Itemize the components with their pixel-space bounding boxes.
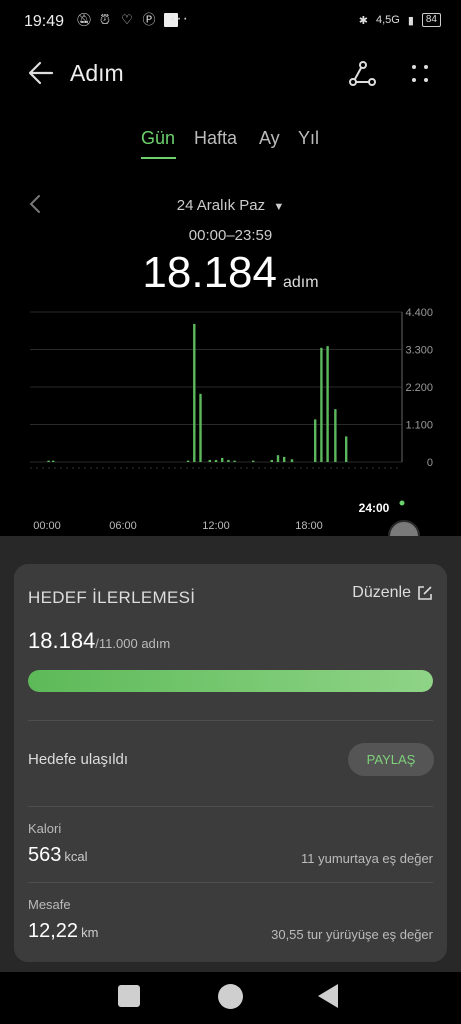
tab-day[interactable]: Gün xyxy=(141,128,175,149)
step-bar xyxy=(52,460,55,462)
distance-value: 12,22 km xyxy=(28,920,98,943)
app-icon: ♡ xyxy=(121,12,133,27)
active-tab-indicator xyxy=(141,157,176,159)
page-title: Adım xyxy=(70,60,124,86)
step-bar xyxy=(314,419,317,462)
share-button[interactable]: PAYLAŞ xyxy=(348,743,434,776)
date-selector[interactable]: 24 Aralık Paz ▼ xyxy=(0,197,461,214)
step-bar xyxy=(186,460,190,462)
x-tick-label: 00:00 xyxy=(33,520,61,532)
step-bar xyxy=(208,459,211,462)
period-tabs: Gün Hafta Ay Yıl xyxy=(0,128,461,159)
goal-progress-bar xyxy=(28,670,433,692)
x-tick-label: 18:00 xyxy=(295,520,323,532)
x-tick-label: 06:00 xyxy=(109,520,137,532)
step-bar xyxy=(199,393,202,462)
status-notification-icons: 🔕︎ ⏰︎ ♡ Ⓟ xyxy=(76,13,178,27)
total-steps: 18.184 adım xyxy=(0,248,461,298)
goal-progress-title: HEDEF İLERLEMESİ xyxy=(28,588,196,607)
step-bar xyxy=(276,455,280,462)
step-bar xyxy=(270,459,273,462)
edit-icon xyxy=(418,586,432,600)
bluetooth-icon: ✱ xyxy=(358,14,368,27)
home-button[interactable] xyxy=(218,984,243,1009)
edit-goal-label: Düzenle xyxy=(352,584,411,601)
signal-icon: ▮ xyxy=(407,14,414,27)
tab-week[interactable]: Hafta xyxy=(194,128,237,149)
step-bar xyxy=(345,436,348,462)
calories-unit: kcal xyxy=(64,849,88,864)
status-time: 19:49 xyxy=(24,13,65,30)
status-right: ✱ 4,5G ▮ 84 xyxy=(359,13,441,27)
distance-number: 12,22 xyxy=(28,920,79,942)
divider xyxy=(28,882,433,883)
network-label: 4,5G xyxy=(375,14,400,26)
total-steps-unit: adım xyxy=(283,274,319,291)
goal-card: HEDEF İLERLEMESİ Düzenle 18.184/11.000 a… xyxy=(14,564,447,962)
date-label: 24 Aralık Paz xyxy=(176,197,266,214)
distance-label: Mesafe xyxy=(28,897,71,912)
divider xyxy=(28,806,433,807)
x-tick-label: 12:00 xyxy=(202,520,230,532)
calories-value: 563 kcal xyxy=(28,844,88,867)
calories-number: 563 xyxy=(28,844,62,866)
y-tick-label: 0 xyxy=(427,457,433,469)
time-range: 00:00–23:59 xyxy=(188,227,273,244)
step-bar xyxy=(193,323,196,462)
alarm-icon: ⏰︎ xyxy=(99,12,111,27)
goal-current: 18.184 xyxy=(28,628,96,653)
step-bar xyxy=(221,457,224,462)
step-bar xyxy=(283,456,286,462)
status-bar: 19:49 🔕︎ ⏰︎ ♡ Ⓟ ··· ✱ 4,5G ▮ 84 xyxy=(0,0,461,44)
tab-year[interactable]: Yıl xyxy=(298,128,319,149)
back-button[interactable] xyxy=(318,984,338,1008)
pinterest-icon: Ⓟ xyxy=(142,12,156,27)
distance-unit: km xyxy=(81,925,99,940)
y-tick-label: 3.300 xyxy=(405,345,433,357)
battery-icon: 84 xyxy=(421,13,441,27)
more-options-icon[interactable] xyxy=(406,60,434,88)
step-bar xyxy=(214,459,218,462)
more-notifications-icon: ··· xyxy=(170,10,189,27)
time-cursor-dot xyxy=(399,500,405,506)
step-bar xyxy=(320,347,323,462)
step-bar xyxy=(290,459,294,462)
steps-chart[interactable]: 4.400 3.300 2.200 1.100 0 00:00 06:00 12:00 18:… xyxy=(0,300,461,540)
bell-off-icon: 🔕︎ xyxy=(76,12,93,27)
step-bar xyxy=(252,460,255,462)
step-bar xyxy=(233,460,236,462)
tab-month[interactable]: Ay xyxy=(259,128,280,149)
cursor-time-label: 24:00 xyxy=(359,501,390,515)
goal-reached-label: Hedefe ulaşıldı xyxy=(28,751,129,768)
edit-goal-button[interactable]: Düzenle xyxy=(352,584,433,602)
y-tick-label: 1.100 xyxy=(405,420,433,432)
recent-apps-button[interactable] xyxy=(118,985,140,1007)
step-bar xyxy=(47,460,50,462)
calories-label: Kalori xyxy=(28,821,62,836)
step-bar xyxy=(326,346,329,462)
y-tick-label: 2.200 xyxy=(405,382,433,394)
back-arrow-icon[interactable] xyxy=(28,60,54,86)
step-bar xyxy=(334,409,337,462)
goal-target: /11.000 adım xyxy=(95,636,171,651)
y-tick-label: 4.400 xyxy=(405,307,433,319)
divider xyxy=(28,720,433,721)
goal-progress-text: 18.184/11.000 adım xyxy=(28,628,170,654)
goal-progress-fill xyxy=(28,670,433,692)
distance-equivalent: 30,55 tur yürüyüşe eş değer xyxy=(271,927,433,942)
total-steps-value: 18.184 xyxy=(142,248,277,297)
share-connect-icon[interactable] xyxy=(348,60,376,88)
dropdown-caret-icon: ▼ xyxy=(273,201,285,213)
step-bar xyxy=(227,459,230,462)
calories-equivalent: 11 yumurtaya eş değer xyxy=(301,851,433,866)
